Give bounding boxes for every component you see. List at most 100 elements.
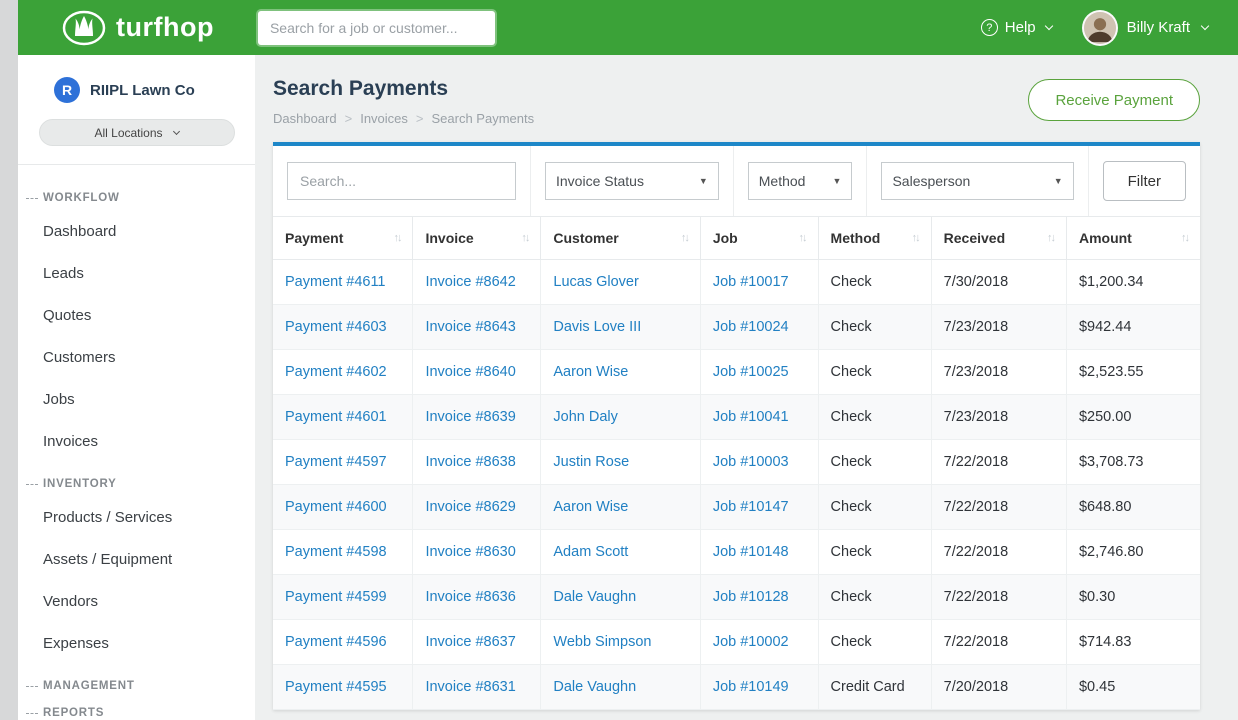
global-search-input[interactable]	[258, 11, 495, 45]
customer-link[interactable]: Davis Love III	[553, 319, 641, 335]
invoice-link[interactable]: Invoice #8636	[425, 589, 515, 605]
customer-link[interactable]: John Daly	[553, 409, 617, 425]
sidebar-nav: WORKFLOW DashboardLeadsQuotesCustomersJo…	[18, 165, 255, 719]
nav-section-reports: REPORTS	[26, 707, 255, 719]
sidebar-item[interactable]: Dashboard	[26, 211, 255, 253]
column-header-method[interactable]: Method↑↓	[818, 217, 931, 260]
breadcrumb-current: Search Payments	[432, 111, 535, 126]
topbar-right: ? Help Billy Kraft	[981, 10, 1208, 46]
invoice-link[interactable]: Invoice #8643	[425, 319, 515, 335]
received-cell: 7/20/2018	[931, 665, 1066, 710]
job-link[interactable]: Job #10003	[713, 454, 789, 470]
receive-payment-button[interactable]: Receive Payment	[1028, 79, 1200, 121]
customer-link[interactable]: Dale Vaughn	[553, 589, 636, 605]
sort-icon: ↑↓	[912, 232, 919, 244]
brand-logo[interactable]: turfhop	[62, 10, 214, 46]
locations-dropdown[interactable]: All Locations	[39, 119, 235, 146]
avatar	[1082, 10, 1118, 46]
payment-link[interactable]: Payment #4598	[285, 544, 387, 560]
method-cell: Check	[818, 575, 931, 620]
invoice-link[interactable]: Invoice #8639	[425, 409, 515, 425]
app-window: turfhop ? Help Billy Kraft	[18, 0, 1238, 720]
table-row: Payment #4600 Invoice #8629 Aaron Wise J…	[273, 485, 1200, 530]
filter-cell-status: Invoice Status ▼	[531, 146, 734, 216]
customer-link[interactable]: Aaron Wise	[553, 499, 628, 515]
filter-button[interactable]: Filter	[1103, 161, 1186, 201]
salesperson-select[interactable]: Salesperson ▼	[881, 162, 1073, 200]
job-link[interactable]: Job #10024	[713, 319, 789, 335]
invoice-link[interactable]: Invoice #8631	[425, 679, 515, 695]
payments-table: Payment↑↓ Invoice↑↓ Customer↑↓ Job↑↓ Met…	[273, 216, 1200, 710]
method-cell: Credit Card	[818, 665, 931, 710]
sidebar-item[interactable]: Customers	[26, 337, 255, 379]
dash-icon	[26, 484, 38, 485]
method-select[interactable]: Method ▼	[748, 162, 853, 200]
job-link[interactable]: Job #10149	[713, 679, 789, 695]
user-menu[interactable]: Billy Kraft	[1082, 10, 1208, 46]
chevron-down-icon	[1201, 22, 1209, 30]
customer-link[interactable]: Adam Scott	[553, 544, 628, 560]
invoice-link[interactable]: Invoice #8642	[425, 274, 515, 290]
payment-link[interactable]: Payment #4597	[285, 454, 387, 470]
job-link[interactable]: Job #10147	[713, 499, 789, 515]
breadcrumb-dashboard[interactable]: Dashboard	[273, 111, 337, 126]
payment-link[interactable]: Payment #4602	[285, 364, 387, 380]
column-header-received[interactable]: Received↑↓	[931, 217, 1066, 260]
nav-section-inventory: INVENTORY	[26, 478, 255, 490]
column-header-amount[interactable]: Amount↑↓	[1066, 217, 1200, 260]
payment-link[interactable]: Payment #4603	[285, 319, 387, 335]
column-header-payment[interactable]: Payment↑↓	[273, 217, 413, 260]
column-header-invoice[interactable]: Invoice↑↓	[413, 217, 541, 260]
job-link[interactable]: Job #10017	[713, 274, 789, 290]
payment-link[interactable]: Payment #4601	[285, 409, 387, 425]
invoice-link[interactable]: Invoice #8629	[425, 499, 515, 515]
invoice-link[interactable]: Invoice #8640	[425, 364, 515, 380]
sidebar-item[interactable]: Invoices	[26, 421, 255, 463]
method-cell: Check	[818, 485, 931, 530]
sort-icon: ↑↓	[799, 232, 806, 244]
job-link[interactable]: Job #10002	[713, 634, 789, 650]
payment-link[interactable]: Payment #4599	[285, 589, 387, 605]
sidebar-item[interactable]: Quotes	[26, 295, 255, 337]
sidebar-item[interactable]: Expenses	[26, 623, 255, 665]
job-link[interactable]: Job #10025	[713, 364, 789, 380]
sidebar-item[interactable]: Vendors	[26, 581, 255, 623]
payment-link[interactable]: Payment #4595	[285, 679, 387, 695]
sort-icon: ↑↓	[1047, 232, 1054, 244]
invoice-status-select[interactable]: Invoice Status ▼	[545, 162, 719, 200]
table-row: Payment #4596 Invoice #8637 Webb Simpson…	[273, 620, 1200, 665]
job-link[interactable]: Job #10041	[713, 409, 789, 425]
customer-link[interactable]: Lucas Glover	[553, 274, 638, 290]
amount-cell: $250.00	[1066, 395, 1200, 440]
table-header-row: Payment↑↓ Invoice↑↓ Customer↑↓ Job↑↓ Met…	[273, 217, 1200, 260]
table-search-input[interactable]	[287, 162, 516, 200]
sidebar-item[interactable]: Jobs	[26, 379, 255, 421]
dash-icon	[26, 713, 38, 714]
brand-name: turfhop	[116, 12, 214, 43]
column-header-job[interactable]: Job↑↓	[700, 217, 818, 260]
invoice-link[interactable]: Invoice #8630	[425, 544, 515, 560]
customer-link[interactable]: Justin Rose	[553, 454, 629, 470]
customer-link[interactable]: Dale Vaughn	[553, 679, 636, 695]
payment-link[interactable]: Payment #4596	[285, 634, 387, 650]
table-row: Payment #4598 Invoice #8630 Adam Scott J…	[273, 530, 1200, 575]
customer-link[interactable]: Aaron Wise	[553, 364, 628, 380]
sidebar-item[interactable]: Assets / Equipment	[26, 539, 255, 581]
help-menu[interactable]: ? Help	[981, 19, 1052, 36]
received-cell: 7/23/2018	[931, 305, 1066, 350]
turfhop-logo-icon	[62, 10, 106, 46]
company-name: RIIPL Lawn Co	[90, 82, 195, 99]
invoice-link[interactable]: Invoice #8638	[425, 454, 515, 470]
breadcrumb-invoices[interactable]: Invoices	[360, 111, 408, 126]
job-link[interactable]: Job #10128	[713, 589, 789, 605]
sidebar-item[interactable]: Leads	[26, 253, 255, 295]
payment-link[interactable]: Payment #4600	[285, 499, 387, 515]
customer-link[interactable]: Webb Simpson	[553, 634, 651, 650]
invoice-link[interactable]: Invoice #8637	[425, 634, 515, 650]
payment-link[interactable]: Payment #4611	[285, 274, 386, 290]
breadcrumb-separator: >	[416, 111, 424, 126]
column-header-customer[interactable]: Customer↑↓	[541, 217, 700, 260]
method-cell: Check	[818, 395, 931, 440]
sidebar-item[interactable]: Products / Services	[26, 497, 255, 539]
job-link[interactable]: Job #10148	[713, 544, 789, 560]
